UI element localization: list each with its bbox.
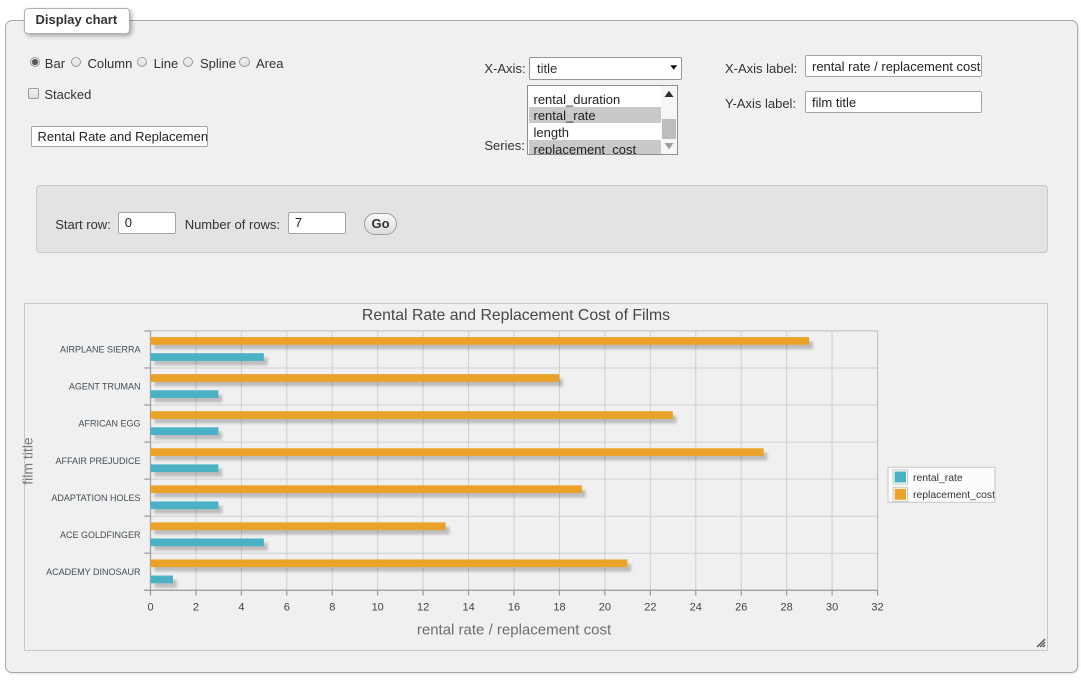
svg-text:ACE GOLDFINGER: ACE GOLDFINGER: [60, 530, 141, 540]
svg-text:2: 2: [193, 601, 199, 613]
svg-text:4: 4: [238, 601, 244, 613]
svg-text:rental rate / replacement cost: rental rate / replacement cost: [417, 622, 612, 639]
svg-text:32: 32: [871, 601, 883, 613]
svg-text:AFRICAN EGG: AFRICAN EGG: [78, 419, 140, 429]
svg-text:6: 6: [284, 601, 290, 613]
svg-text:replacement_cost: replacement_cost: [913, 490, 995, 501]
svg-text:AFFAIR PREJUDICE: AFFAIR PREJUDICE: [55, 456, 140, 466]
svg-text:ADAPTATION HOLES: ADAPTATION HOLES: [51, 493, 140, 503]
svg-text:AIRPLANE SIERRA: AIRPLANE SIERRA: [60, 345, 141, 355]
svg-text:30: 30: [826, 601, 838, 613]
svg-text:10: 10: [372, 601, 384, 613]
svg-text:18: 18: [553, 601, 565, 613]
svg-text:28: 28: [781, 601, 793, 613]
svg-text:26: 26: [735, 601, 747, 613]
svg-text:20: 20: [599, 601, 611, 613]
svg-text:12: 12: [417, 601, 429, 613]
svg-text:16: 16: [508, 601, 520, 613]
svg-text:rental_rate: rental_rate: [913, 473, 963, 484]
svg-text:Rental Rate and Replacement Co: Rental Rate and Replacement Cost of Film…: [362, 307, 670, 324]
svg-text:14: 14: [462, 601, 474, 613]
svg-text:ACADEMY DINOSAUR: ACADEMY DINOSAUR: [46, 567, 141, 577]
svg-text:AGENT TRUMAN: AGENT TRUMAN: [69, 382, 141, 392]
svg-text:0: 0: [147, 601, 153, 613]
svg-text:8: 8: [329, 601, 335, 613]
svg-text:24: 24: [690, 601, 702, 613]
svg-text:film title: film title: [20, 437, 36, 485]
svg-text:22: 22: [644, 601, 656, 613]
